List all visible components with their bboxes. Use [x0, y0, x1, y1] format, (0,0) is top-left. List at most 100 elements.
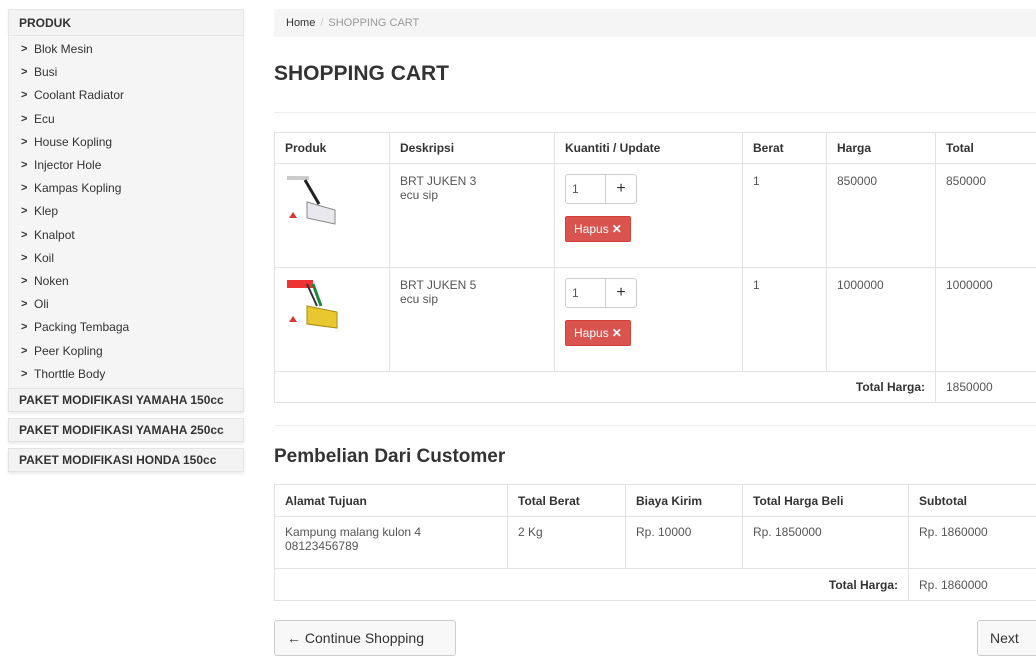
- column-header-berat: Berat: [742, 132, 827, 164]
- price-cell: 850000: [826, 163, 936, 268]
- column-header-total-berat: Total Berat: [507, 484, 626, 517]
- total-value: 1850000: [935, 371, 1036, 403]
- sidebar-item-label: Noken: [34, 273, 69, 288]
- sidebar-item-kampas-kopling[interactable]: > Kampas Kopling: [21, 177, 243, 200]
- next-button[interactable]: Next ➔: [977, 620, 1036, 656]
- delete-label: Hapus: [574, 326, 609, 340]
- chevron-right-icon: >: [21, 43, 28, 56]
- order-table: Alamat Tujuan Total Berat Biaya Kirim To…: [274, 484, 1036, 601]
- sidebar-item-blok-mesin[interactable]: > Blok Mesin: [21, 38, 243, 61]
- sidebar-item-house-kopling[interactable]: > House Kopling: [21, 131, 243, 154]
- sidebar-item-thorttle-body[interactable]: > Thorttle Body: [21, 363, 243, 386]
- sidebar-item-klep[interactable]: > Klep: [21, 200, 243, 223]
- quantity-input[interactable]: 1: [565, 278, 605, 308]
- table-row: Kampung malang kulon 4 08123456789 2 Kg …: [274, 516, 1036, 569]
- weight-cell: 1: [742, 267, 827, 372]
- total-label: Total Harga:: [274, 371, 936, 403]
- sidebar-item-label: House Kopling: [34, 134, 113, 149]
- sidebar-item-label: Kampas Kopling: [34, 181, 122, 196]
- chevron-right-icon: >: [21, 89, 28, 102]
- sidebar-item-label: Injector Hole: [34, 158, 102, 173]
- column-header-biaya-kirim: Biaya Kirim: [625, 484, 743, 517]
- total-label: Total Harga:: [274, 568, 909, 601]
- breadcrumb-home-link[interactable]: Home: [286, 17, 315, 29]
- sidebar-item-injector-hole[interactable]: > Injector Hole: [21, 154, 243, 177]
- column-header-subtotal: Subtotal: [908, 484, 1036, 517]
- product-description: ecu sip: [400, 292, 439, 306]
- chevron-right-icon: >: [21, 182, 28, 195]
- address-text: Kampung malang kulon 4: [285, 525, 422, 539]
- order-total-row: Total Harga: Rp. 1860000: [274, 568, 1036, 601]
- sidebar-category-yamaha-250[interactable]: PAKET MODIFIKASI YAMAHA 250cc: [8, 417, 244, 442]
- product-name[interactable]: BRT JUKEN 5: [400, 278, 544, 292]
- sidebar-item-busi[interactable]: > Busi: [21, 61, 243, 84]
- delete-item-button[interactable]: Hapus ✕: [565, 216, 631, 242]
- sidebar-item-noken[interactable]: > Noken: [21, 270, 243, 293]
- table-header-row: Alamat Tujuan Total Berat Biaya Kirim To…: [274, 484, 1036, 517]
- sidebar-item-peer-kopling[interactable]: > Peer Kopling: [21, 339, 243, 362]
- breadcrumb-current: SHOPPING CART: [328, 17, 420, 29]
- product-description-cell: BRT JUKEN 5 ecu sip: [389, 267, 555, 372]
- column-header-alamat: Alamat Tujuan: [274, 484, 508, 517]
- sidebar-item-label: Busi: [34, 65, 58, 80]
- sidebar-item-knalpot[interactable]: > Knalpot: [21, 224, 243, 247]
- chevron-right-icon: >: [21, 344, 28, 357]
- sidebar-category-honda-150[interactable]: PAKET MODIFIKASI HONDA 150cc: [8, 447, 244, 472]
- sidebar-item-label: Peer Kopling: [34, 343, 103, 358]
- quantity-stepper: 1 +: [565, 278, 637, 308]
- quantity-input[interactable]: 1: [565, 174, 605, 204]
- price-cell: 1000000: [826, 267, 936, 372]
- chevron-right-icon: >: [21, 159, 28, 172]
- chevron-right-icon: >: [21, 112, 28, 125]
- breadcrumb: Home / SHOPPING CART: [274, 9, 1036, 37]
- table-row: BRT JUKEN 3 ecu sip 1 + Hapus ✕ 1 850000 …: [274, 163, 1036, 268]
- quantity-cell: 1 + Hapus ✕: [554, 163, 743, 268]
- product-thumbnail-icon[interactable]: [285, 174, 347, 226]
- sidebar-item-coolant-radiator[interactable]: > Coolant Radiator: [21, 84, 243, 107]
- chevron-right-icon: >: [21, 298, 28, 311]
- table-row: BRT JUKEN 5 ecu sip 1 + Hapus ✕ 1 1000000…: [274, 267, 1036, 372]
- divider: [274, 112, 1036, 113]
- sidebar-item-packing-tembaga[interactable]: > Packing Tembaga: [21, 316, 243, 339]
- sidebar-category-list: > Blok Mesin > Busi > Coolant Radiator > Ecu…: [8, 36, 244, 388]
- total-cell: 1000000: [935, 267, 1036, 372]
- sidebar-item-label: Koil: [34, 250, 55, 265]
- quantity-cell: 1 + Hapus ✕: [554, 267, 743, 372]
- sidebar-heading-produk: PRODUK: [8, 9, 244, 36]
- product-description: ecu sip: [400, 188, 439, 202]
- sidebar-item-label: Thorttle Body: [34, 366, 106, 381]
- chevron-right-icon: >: [21, 205, 28, 218]
- update-plus-button[interactable]: +: [605, 174, 637, 204]
- chevron-right-icon: >: [21, 367, 28, 380]
- address-cell: Kampung malang kulon 4 08123456789: [274, 516, 508, 569]
- product-name[interactable]: BRT JUKEN 3: [400, 174, 544, 188]
- sidebar-item-oli[interactable]: > Oli: [21, 293, 243, 316]
- chevron-right-icon: >: [21, 321, 28, 334]
- update-plus-button[interactable]: +: [605, 278, 637, 308]
- phone-text: 08123456789: [285, 539, 359, 553]
- sidebar: PRODUK > Blok Mesin > Busi > Coolant Radiat…: [8, 9, 244, 472]
- product-description-cell: BRT JUKEN 3 ecu sip: [389, 163, 555, 268]
- chevron-right-icon: >: [21, 251, 28, 264]
- continue-shopping-button[interactable]: ← Continue Shopping: [274, 620, 456, 656]
- sidebar-item-koil[interactable]: > Koil: [21, 247, 243, 270]
- sidebar-category-yamaha-150[interactable]: PAKET MODIFIKASI YAMAHA 150cc: [8, 387, 244, 412]
- cart-total-row: Total Harga: 1850000: [274, 371, 1036, 403]
- page-title: SHOPPING CART: [274, 62, 450, 85]
- breadcrumb-separator: /: [320, 17, 324, 29]
- column-header-deskripsi: Deskripsi: [389, 132, 555, 164]
- close-icon: ✕: [611, 326, 622, 340]
- quantity-stepper: 1 +: [565, 174, 637, 204]
- weight-cell: 1: [742, 163, 827, 268]
- sidebar-item-label: Oli: [34, 297, 49, 312]
- delete-label: Hapus: [574, 222, 609, 236]
- column-header-total: Total: [935, 132, 1036, 164]
- column-header-total-harga-beli: Total Harga Beli: [742, 484, 909, 517]
- chevron-right-icon: >: [21, 274, 28, 287]
- sidebar-item-ecu[interactable]: > Ecu: [21, 108, 243, 131]
- divider: [274, 425, 1036, 426]
- product-thumbnail-icon[interactable]: [285, 278, 347, 330]
- column-header-kuantiti: Kuantiti / Update: [554, 132, 743, 164]
- delete-item-button[interactable]: Hapus ✕: [565, 320, 631, 346]
- product-image-cell: [274, 163, 390, 268]
